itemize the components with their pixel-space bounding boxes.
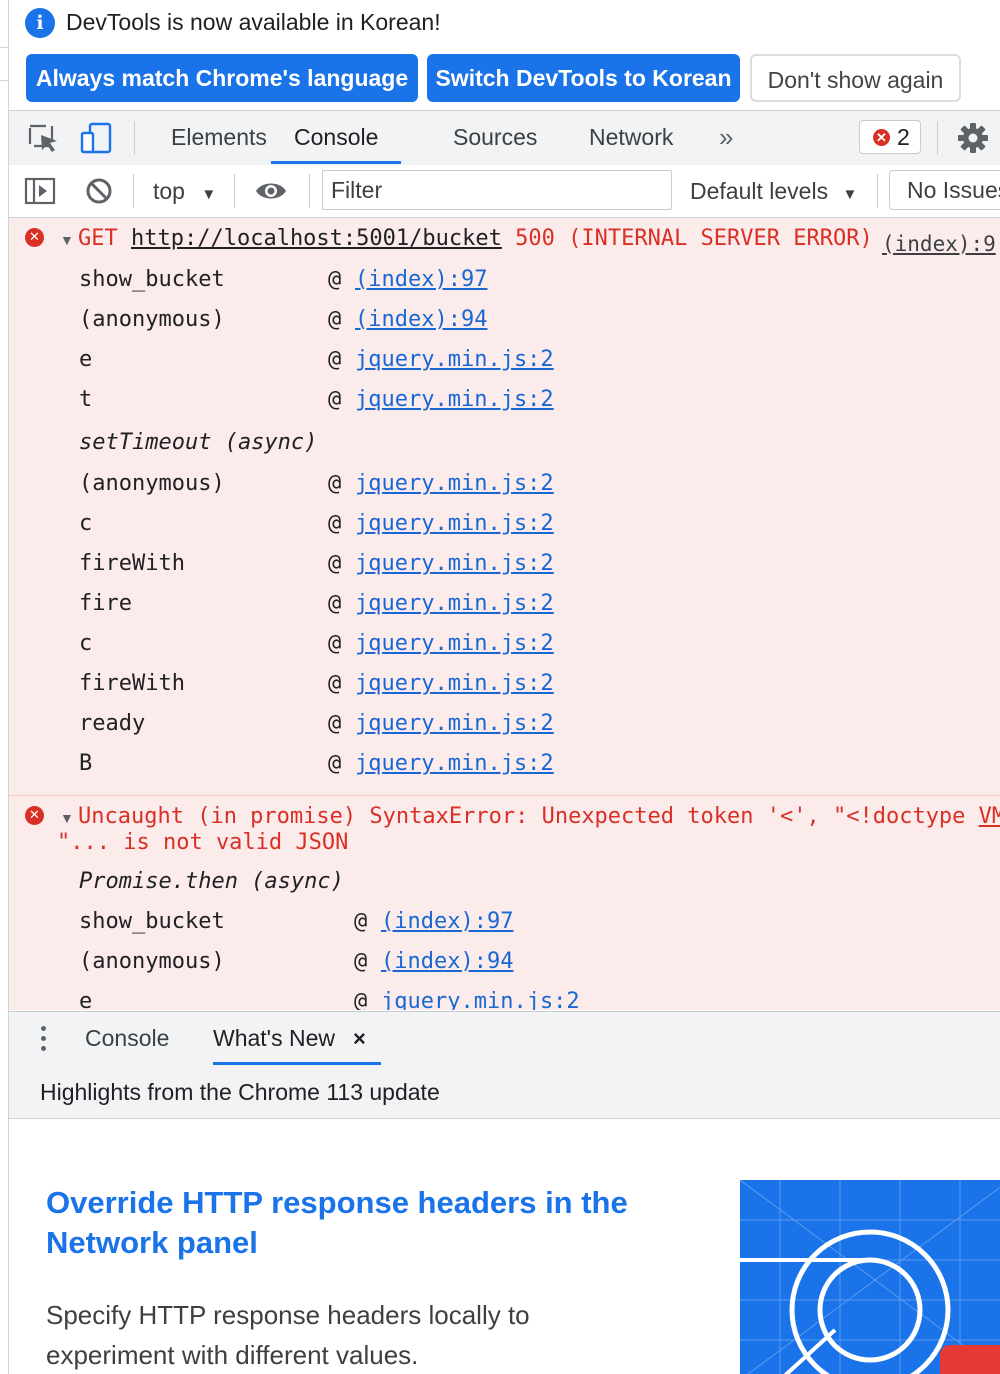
expand-triangle-icon[interactable]: ▼ [60,810,74,826]
vm-source-link[interactable]: VM [979,804,1000,829]
console-toolbar: top ▼ Default levels ▼ No Issues [9,165,1000,218]
async-boundary: Promise.then (async) [79,869,344,894]
left-panel-tick [0,80,8,81]
request-url-link[interactable]: http://localhost:5001/bucket [131,226,502,251]
frame-function: fireWith [79,551,185,576]
error-icon: ✕ [873,129,890,146]
feature-illustration [740,1180,1000,1374]
settings-gear-icon[interactable] [956,121,990,155]
frame-function: ready [79,711,146,736]
frame-function: c [79,631,93,656]
error-line: GET http://localhost:5001/bucket 500 (IN… [78,226,873,251]
frame-function: B [79,751,93,776]
frame-location-link[interactable]: jquery.min.js:2 [355,387,554,412]
frame-location-link[interactable]: jquery.min.js:2 [355,711,554,736]
frame-function: show_bucket [79,909,225,934]
toolbar-divider [877,174,878,208]
tab-network[interactable]: Network [589,111,673,164]
frame-location-link[interactable]: jquery.min.js:2 [355,471,554,496]
error-text-continued: "... is not valid JSON [57,830,349,855]
left-panel-tick [0,47,8,48]
expand-triangle-icon[interactable]: ▼ [60,232,74,248]
source-link[interactable]: (index):9 [882,232,996,256]
close-tab-icon[interactable]: × [353,1012,366,1065]
frame-location-link[interactable]: jquery.min.js:2 [381,989,580,1010]
more-tabs-icon[interactable]: » [719,111,733,164]
clear-console-icon[interactable] [82,174,116,208]
frame-function: (anonymous) [79,949,225,974]
inspect-element-icon[interactable] [27,121,61,155]
console-output: ✕ ▼ GET http://localhost:5001/bucket 500… [9,218,1000,1010]
live-expression-eye-icon[interactable] [254,174,288,208]
tab-sources[interactable]: Sources [453,111,537,164]
toolbar-divider [937,121,938,155]
frame-function: fire [79,591,132,616]
frame-location-link[interactable]: jquery.min.js:2 [355,511,554,536]
log-levels-label: Default levels [690,178,829,204]
dropdown-arrow-icon: ▼ [201,186,217,203]
feature-description: Specify HTTP response headers locally to… [46,1300,530,1370]
request-method: GET [78,226,118,251]
frame-function: (anonymous) [79,471,225,496]
feature-title-link[interactable]: Override HTTP response headers in the Ne… [46,1183,646,1263]
whats-new-header: Highlights from the Chrome 113 update [9,1066,1000,1119]
frame-function: t [79,387,93,412]
issues-button[interactable]: No Issues [889,170,1000,210]
drawer-tabbar: Console What's New × [9,1011,1000,1067]
frame-location-link[interactable]: jquery.min.js:2 [355,631,554,656]
toolbar-divider [234,174,235,208]
error-count: 2 [897,124,910,150]
frame-function: (anonymous) [79,307,225,332]
show-sidebar-icon[interactable] [23,174,57,208]
info-icon: i [25,8,55,38]
dont-show-again-button[interactable]: Don't show again [750,54,961,102]
whats-new-heading: Highlights from the Chrome 113 update [40,1079,440,1105]
frame-location-link[interactable]: (index):94 [355,307,487,332]
frame-function: e [79,347,93,372]
console-error-message: ✕ ▼ Uncaught (in promise) SyntaxError: U… [9,795,1000,1010]
match-language-button[interactable]: Always match Chrome's language [26,54,418,102]
frame-location-link[interactable]: jquery.min.js:2 [355,551,554,576]
toolbar-divider [134,121,135,155]
language-infobar: i DevTools is now available in Korean! A… [9,0,1000,110]
frame-location-link[interactable]: jquery.min.js:2 [355,591,554,616]
console-error-message: ✕ ▼ GET http://localhost:5001/bucket 500… [9,218,1000,794]
error-count-badge[interactable]: ✕ 2 [859,120,921,154]
filter-input[interactable] [322,170,672,210]
device-toolbar-icon[interactable] [79,121,113,155]
switch-korean-button[interactable]: Switch DevTools to Korean [427,54,740,102]
toolbar-divider [133,174,134,208]
frame-function: c [79,511,93,536]
chrome-logo-illustration [740,1180,1000,1374]
frame-location-link[interactable]: (index):94 [381,949,513,974]
drawer-menu-icon[interactable] [33,1026,53,1054]
whats-new-content: Override HTTP response headers in the Ne… [9,1119,1000,1374]
tab-elements[interactable]: Elements [171,111,267,164]
log-levels-dropdown[interactable]: Default levels ▼ [690,173,857,209]
error-icon: ✕ [25,806,44,825]
frame-function: show_bucket [79,267,225,292]
frame-function: fireWith [79,671,185,696]
frame-location-link[interactable]: (index):97 [381,909,513,934]
toolbar-divider [309,174,310,208]
infobar-message: DevTools is now available in Korean! [66,9,441,35]
error-line: Uncaught (in promise) SyntaxError: Unexp… [78,804,1000,829]
frame-location-link[interactable]: (index):97 [355,267,487,292]
dropdown-arrow-icon: ▼ [842,186,858,203]
frame-location-link[interactable]: jquery.min.js:2 [355,671,554,696]
error-text: Uncaught (in promise) SyntaxError: Unexp… [78,804,979,829]
status-text: 500 (INTERNAL SERVER ERROR) [515,226,873,251]
frame-location-link[interactable]: jquery.min.js:2 [355,347,554,372]
drawer-tab-console[interactable]: Console [85,1012,169,1065]
error-icon: ✕ [25,228,44,247]
context-selector[interactable]: top ▼ [153,173,216,209]
devtools-tabbar: Elements Console Sources Network » ✕ 2 [9,110,1000,166]
context-value: top [153,178,185,204]
tab-console[interactable]: Console [271,111,402,164]
async-boundary: setTimeout (async) [79,430,318,455]
frame-location-link[interactable]: jquery.min.js:2 [355,751,554,776]
frame-function: e [79,989,93,1010]
